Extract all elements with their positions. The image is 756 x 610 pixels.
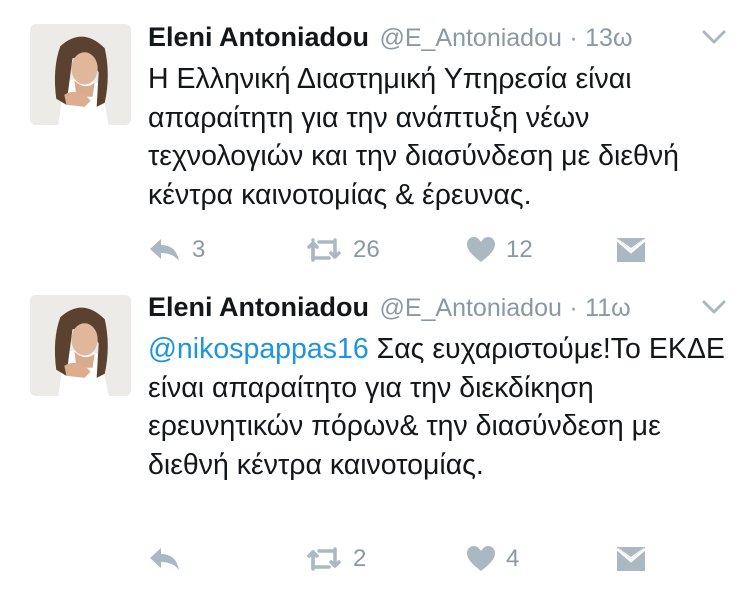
- tweet-header: Eleni Antoniadou @E_Antoniadou · 13ω: [148, 22, 728, 58]
- tweet[interactable]: Eleni Antoniadou @E_Antoniadou · 13ω Η Ε…: [0, 0, 756, 290]
- tweet[interactable]: Eleni Antoniadou @E_Antoniadou · 11ω @ni…: [0, 290, 756, 610]
- retweet-button[interactable]: 26: [305, 233, 380, 267]
- avatar-photo: [30, 24, 131, 125]
- author-handle[interactable]: @E_Antoniadou: [379, 24, 561, 52]
- direct-message-button[interactable]: [616, 233, 646, 267]
- tweet-actions: 3 26 12: [148, 233, 736, 267]
- author-name[interactable]: Eleni Antoniadou: [148, 22, 369, 52]
- tweet-actions: 2 4: [148, 542, 736, 576]
- reply-icon: [150, 548, 179, 570]
- reply-button[interactable]: [148, 542, 192, 576]
- author-name[interactable]: Eleni Antoniadou: [148, 292, 369, 322]
- chevron-down-icon[interactable]: [700, 26, 728, 48]
- like-count: 12: [506, 236, 533, 263]
- separator-dot: ·: [569, 24, 578, 52]
- retweet-icon: [307, 547, 341, 571]
- envelope-icon: [616, 547, 646, 571]
- tweet-text: @nikospappas16 Σας ευχαριστούμε!Το ΕΚΔΕ …: [148, 330, 738, 484]
- direct-message-button[interactable]: [616, 542, 646, 576]
- retweet-count: 26: [353, 236, 380, 263]
- like-button[interactable]: 4: [466, 542, 519, 576]
- timestamp[interactable]: 13ω: [585, 24, 632, 52]
- retweet-button[interactable]: 2: [305, 542, 366, 576]
- reply-icon: [150, 239, 179, 261]
- like-button[interactable]: 12: [466, 233, 533, 267]
- avatar[interactable]: [30, 24, 131, 125]
- reply-count: 3: [192, 236, 206, 263]
- retweet-count: 2: [353, 545, 367, 572]
- avatar-photo: [30, 295, 131, 396]
- heart-icon: [467, 546, 495, 571]
- avatar[interactable]: [30, 295, 131, 396]
- tweet-header: Eleni Antoniadou @E_Antoniadou · 11ω: [148, 292, 728, 328]
- timestamp[interactable]: 11ω: [585, 294, 630, 322]
- chevron-down-icon[interactable]: [700, 296, 728, 318]
- envelope-icon: [616, 238, 646, 262]
- reply-button[interactable]: 3: [148, 233, 205, 267]
- author-handle[interactable]: @E_Antoniadou: [379, 294, 561, 322]
- like-count: 4: [506, 545, 520, 572]
- separator-dot: ·: [569, 294, 578, 322]
- tweet-text: Η Ελληνική Διαστημική Υπηρεσία είναι απα…: [148, 63, 679, 211]
- heart-icon: [467, 237, 495, 262]
- retweet-icon: [307, 238, 341, 262]
- mention-link[interactable]: @nikospappas16: [148, 333, 369, 365]
